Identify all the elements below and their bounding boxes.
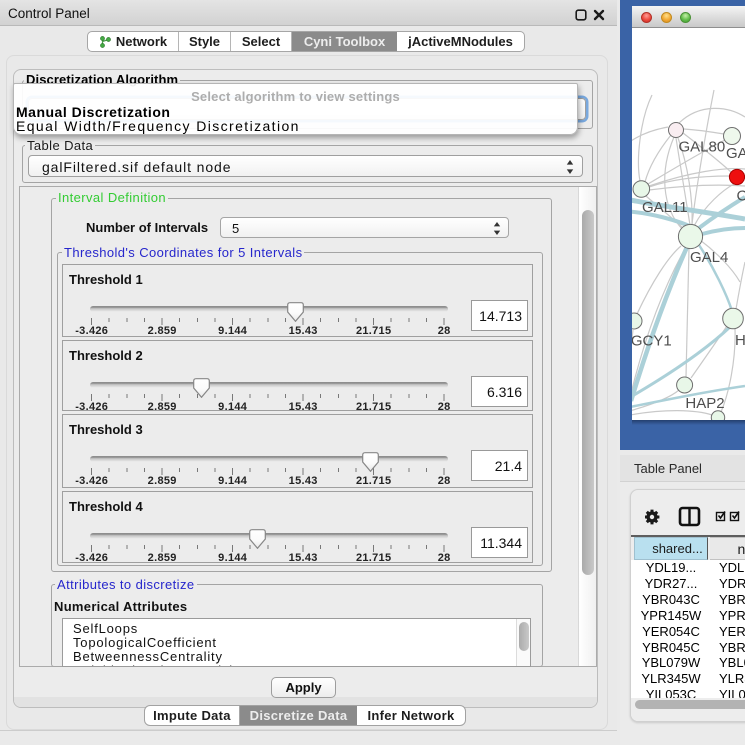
- svg-text:C: C: [737, 188, 745, 205]
- svg-text:H: H: [735, 332, 745, 349]
- svg-text:GAL80: GAL80: [679, 139, 726, 156]
- svg-text:GAL4: GAL4: [690, 249, 728, 266]
- svg-text:GAL11: GAL11: [642, 199, 688, 216]
- svg-text:GA: GA: [726, 145, 745, 162]
- svg-text:GCY1: GCY1: [632, 333, 672, 350]
- svg-text:HAP2: HAP2: [685, 395, 724, 412]
